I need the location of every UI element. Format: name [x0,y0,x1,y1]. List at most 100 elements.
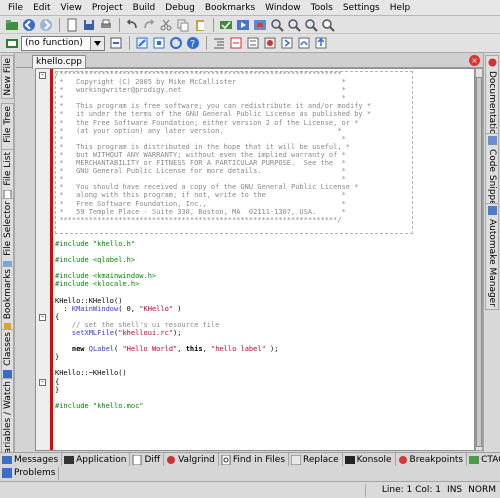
fold-toggle-icon[interactable]: - [39,314,46,321]
snippets-icon [487,136,497,145]
documentation-icon [488,58,496,67]
tab-variables-watch-label: Variables / Watch [2,381,13,459]
build-icon[interactable] [218,17,234,33]
code-line: : KMainWindow( 0, "KHello" ) [55,304,182,313]
tab-automake-manager[interactable]: Automake Manager [485,203,499,310]
close-icon[interactable]: × [469,55,480,66]
back-icon[interactable] [21,17,37,33]
code-line: * * [55,134,346,143]
paste-icon[interactable] [192,17,208,33]
redo-icon[interactable] [141,17,157,33]
tab-bookmarks[interactable]: Bookmarks [1,266,14,336]
tab-find-in-files-label: Find in Files [232,454,286,465]
code-line: #include "khello.moc" [55,401,144,410]
find-next-icon[interactable] [286,17,302,33]
goto-definition-icon[interactable] [134,35,150,51]
tab-diff[interactable]: Diff [130,453,165,466]
breakpoint-icon[interactable] [262,35,278,51]
code-editor[interactable]: - - - /*********************************… [35,68,475,451]
menu-view[interactable]: View [56,0,87,16]
tab-breakpoints[interactable]: Breakpoints [396,453,468,466]
tab-find-in-files[interactable]: Find in Files [219,453,290,466]
save-icon[interactable] [81,17,97,33]
tab-problems-label: Problems [14,468,56,478]
diff-icon [132,454,142,465]
menu-project[interactable]: Project [87,0,128,16]
svg-text:?: ? [190,39,195,50]
tab-documentation[interactable]: Documentation [485,55,499,144]
tab-valgrind[interactable]: Valgrind [164,453,219,466]
code-text: /***************************************… [55,70,371,410]
code-line: * but WITHOUT ANY WARRANTY; without even… [55,150,346,159]
menu-bookmarks[interactable]: Bookmarks [200,0,260,16]
step-icon[interactable] [279,35,295,51]
menu-file[interactable]: File [3,0,28,16]
undo-icon[interactable] [124,17,140,33]
function-combo-value: (no function) [25,38,83,48]
tab-konsole[interactable]: Konsole [343,453,396,466]
new-class-icon[interactable] [151,35,167,51]
menu-settings[interactable]: Settings [338,0,385,16]
menu-window[interactable]: Window [260,0,306,16]
function-combo[interactable]: (no function) [21,35,105,51]
run-icon[interactable] [235,17,251,33]
tab-file-tree-label: File Tree [2,106,13,143]
copy-icon[interactable] [175,17,191,33]
open-project-icon[interactable] [4,17,20,33]
refresh-icon[interactable] [168,35,184,51]
menubar: File Edit View Project Build Debug Bookm… [0,0,500,16]
menu-help[interactable]: Help [385,0,416,16]
toolbar-separator [213,17,214,32]
goto-declaration-icon[interactable] [108,35,124,51]
code-line: * GNU General Public License for more de… [55,167,346,176]
tab-new-file[interactable]: New File [1,55,14,99]
cut-icon[interactable] [158,17,174,33]
code-line: * This program is distributed in the hop… [55,142,351,151]
forward-icon[interactable] [38,17,54,33]
insert-mode: INS [447,485,463,495]
scrollbar-thumb[interactable] [476,77,482,447]
menu-debug[interactable]: Debug [160,0,200,16]
code-line: * This program is free software; you can… [55,102,372,111]
comment-icon[interactable] [228,35,244,51]
print-icon[interactable] [98,17,114,33]
class-view-icon[interactable] [4,35,20,51]
stop-icon[interactable] [252,17,268,33]
tab-classes[interactable]: Classes [1,329,14,382]
chevron-down-icon[interactable] [90,36,104,50]
zoom-icon[interactable] [320,17,336,33]
code-line: #include <qlabel.h> [55,256,136,265]
step-over-icon[interactable] [296,35,312,51]
new-file-icon[interactable] [64,17,80,33]
tab-konsole-label: Konsole [356,454,392,465]
tab-valgrind-label: Valgrind [178,454,215,465]
tab-khello-cpp[interactable]: khello.cpp [32,55,86,69]
tab-ctags[interactable]: CTAGS [467,453,500,466]
indent-icon[interactable] [211,35,227,51]
tab-file-list[interactable]: File List [1,149,14,202]
code-line: #include <klocale.h> [55,280,140,289]
tab-replace[interactable]: Replace [289,453,343,466]
menu-tools[interactable]: Tools [306,0,338,16]
ctags-icon [469,455,480,464]
uncomment-icon[interactable] [245,35,261,51]
fold-toggle-icon[interactable]: - [39,72,46,79]
fold-toggle-icon[interactable]: - [39,379,46,386]
editor-scrollbar[interactable] [475,68,483,451]
menu-build[interactable]: Build [128,0,161,16]
help-icon[interactable]: ? [185,35,201,51]
code-line: ​ [55,289,371,297]
tab-file-selector-label: File Selector [2,201,13,256]
tab-messages[interactable]: Messages [0,453,63,466]
tab-file-selector[interactable]: File Selector [1,198,14,272]
code-line: * * [55,175,346,184]
step-out-icon[interactable] [313,35,329,51]
code-line: { [55,377,60,386]
code-line: #include <kmainwindow.h> [55,272,157,281]
find-prev-icon[interactable] [303,17,319,33]
tab-application[interactable]: Application [62,453,131,466]
find-icon[interactable] [269,17,285,33]
tab-problems[interactable]: Problems [0,466,60,480]
code-line: ​ [55,361,371,369]
menu-edit[interactable]: Edit [28,0,55,16]
